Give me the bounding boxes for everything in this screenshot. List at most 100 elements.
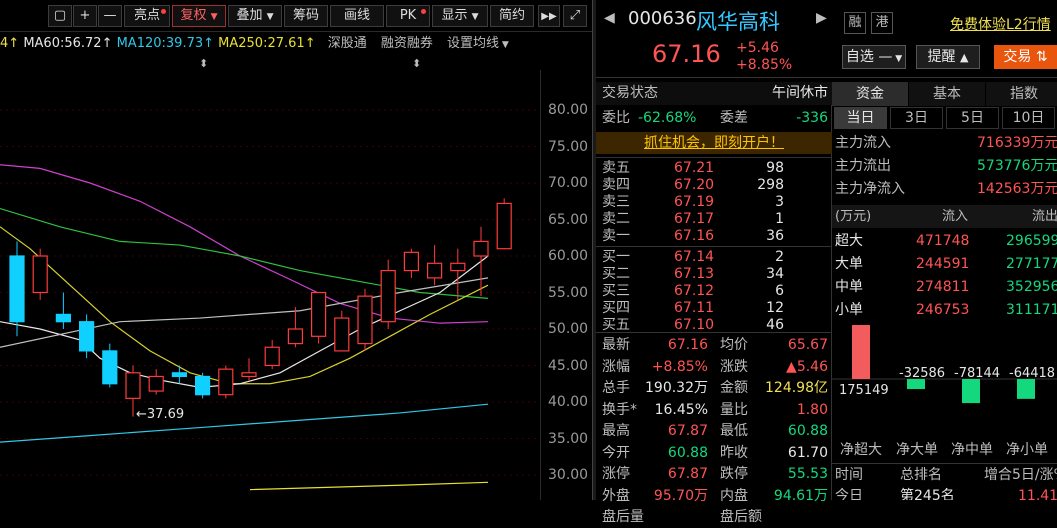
chart-panel: ▢ + — 亮点 复权 ▼ 叠加 ▼ 筹码 画线 PK 显示 ▼ 简约 ▶▶ ⤢… <box>0 0 592 500</box>
watchlist-button[interactable]: 自选 — ▼ <box>842 45 906 69</box>
drag-handle[interactable]: ⬍ <box>199 57 208 70</box>
quote-label: 涨幅 <box>602 358 630 375</box>
level-price: 67.12 <box>674 283 715 299</box>
bid-level-row[interactable]: 买四 67.11 12 <box>596 300 834 317</box>
candle-body <box>264 346 280 367</box>
bid-level-row[interactable]: 买一 67.14 2 <box>596 249 834 266</box>
quote-label: 内盘 <box>720 487 748 504</box>
remind-button[interactable]: 提醒 ▲ <box>916 45 980 69</box>
quote-value: 60.88 <box>787 423 828 439</box>
level-volume: 3 <box>775 194 784 210</box>
open-account-banner[interactable]: 抓住机会，即刻开户！ <box>596 132 832 154</box>
margin-link[interactable]: 融资融券 <box>381 36 433 51</box>
up-arrow-icon: ↑ <box>8 36 24 51</box>
ma-line-white <box>0 255 489 389</box>
quote-value: 190.32万 <box>645 380 708 396</box>
tab-basic[interactable]: 基本 <box>909 82 985 106</box>
display-button[interactable]: 显示 ▼ <box>432 5 488 27</box>
shenzhen-link[interactable]: 深股通 <box>328 36 367 51</box>
quote-label: 今开 <box>602 444 630 461</box>
ask-level-row[interactable]: 卖三 67.19 3 <box>596 194 834 211</box>
bar-value-label: -32586 <box>899 366 946 381</box>
dropdown-icon: ▼ <box>471 12 479 22</box>
level-price: 67.16 <box>674 228 715 244</box>
candle-body <box>496 202 512 250</box>
margin-tag: 融 <box>844 12 866 34</box>
quote-value: 94.61万 <box>773 487 828 504</box>
next-stock-button[interactable]: ▶ <box>816 10 827 26</box>
ma-line-magenta <box>0 164 489 324</box>
tab-3day[interactable]: 3日 <box>890 107 943 129</box>
dropdown-icon: ▼ <box>499 40 509 50</box>
level-volume: 6 <box>775 283 784 299</box>
minus-icon: — <box>103 8 117 23</box>
level-price: 67.19 <box>674 194 715 210</box>
net-flow-bar <box>962 379 980 404</box>
lock-button[interactable]: ▢ <box>48 5 72 27</box>
quote-value: 61.70 <box>787 444 828 461</box>
overlay-button[interactable]: 叠加 ▼ <box>228 5 282 27</box>
tab-fund[interactable]: 资金 <box>832 82 908 106</box>
tab-today[interactable]: 当日 <box>834 107 887 129</box>
prev-stock-button[interactable]: ◀ <box>604 10 615 26</box>
ask-level-row[interactable]: 卖五 67.21 98 <box>596 160 834 177</box>
candle-body <box>287 328 303 345</box>
ask-level-row[interactable]: 卖二 67.17 1 <box>596 211 834 228</box>
quote-row: 最高 67.87 最低 60.88 <box>596 421 834 442</box>
quote-label: 均价 <box>720 337 748 353</box>
zoom-out-button[interactable]: — <box>98 5 122 27</box>
quote-value: 67.16 <box>667 337 708 353</box>
highlight-button[interactable]: 亮点 <box>124 5 170 27</box>
price-change: +5.46 <box>736 40 779 56</box>
candle-body <box>32 255 48 294</box>
level-volume: 2 <box>775 249 784 265</box>
bid-level-row[interactable]: 买三 67.12 6 <box>596 283 834 300</box>
drag-handle[interactable]: ⬍ <box>412 57 421 70</box>
candle-body <box>450 262 466 272</box>
candle-body <box>357 295 373 345</box>
quote-row: 总手 190.32万 金额 124.98亿 <box>596 378 834 399</box>
new-badge <box>421 9 426 14</box>
ma-settings-link[interactable]: 设置均线 <box>447 36 499 51</box>
quote-label: 涨跌 <box>720 358 748 375</box>
quote-value: 67.87 <box>667 423 708 439</box>
bid-level-row[interactable]: 买二 67.13 34 <box>596 266 834 283</box>
trade-button[interactable]: 交易 ⇅ <box>994 45 1057 69</box>
adjust-button[interactable]: 复权 ▼ <box>172 5 226 27</box>
stock-code: 000636 <box>628 8 697 29</box>
simple-button[interactable]: 简约 <box>490 5 534 27</box>
dropdown-icon: ▼ <box>892 54 903 64</box>
level-volume: 12 <box>766 300 784 316</box>
ask-level-row[interactable]: 卖一 67.16 36 <box>596 228 834 245</box>
quote-table: 最新 67.16 均价 65.67 涨幅 +8.85% 涨跌 ▲5.46 总手 190.32万 金额… <box>596 332 834 525</box>
up-arrow-icon: ↑ <box>304 36 320 51</box>
level-label: 卖一 <box>602 228 630 244</box>
last-price: 67.16 <box>652 40 721 68</box>
candle-body <box>403 251 419 272</box>
tab-5day[interactable]: 5日 <box>946 107 999 129</box>
quote-value: 1.80 <box>796 401 828 418</box>
tab-10day[interactable]: 10日 <box>1002 107 1055 129</box>
draw-button[interactable]: 画线 <box>330 5 384 27</box>
quote-value: ▲5.46 <box>786 358 828 375</box>
pk-button[interactable]: PK <box>386 5 430 27</box>
committee-row: 委比 -62.68% 委差 -336 <box>602 110 828 126</box>
forward-button[interactable]: ▶▶ <box>538 5 560 27</box>
dropdown-icon: ▼ <box>210 12 218 22</box>
toolbar: ▢ + — 亮点 复权 ▼ 叠加 ▼ 筹码 画线 PK 显示 ▼ 简约 ▶▶ ⤢ <box>0 0 592 32</box>
ma60-label: MA60:56.72 <box>23 36 102 51</box>
quote-label: 涨停 <box>602 466 630 482</box>
l2-promo-link[interactable]: 免费体验L2行情 <box>950 14 1051 34</box>
level-price: 67.14 <box>674 249 715 265</box>
candle-body <box>9 255 25 323</box>
forward-icon: ▶▶ <box>541 11 557 22</box>
tab-index[interactable]: 指数 <box>986 82 1057 106</box>
ask-level-row[interactable]: 卖四 67.20 298 <box>596 177 834 194</box>
candle-body <box>380 270 396 323</box>
chips-button[interactable]: 筹码 <box>284 5 328 27</box>
candle-body <box>195 375 211 396</box>
level-label: 买三 <box>602 283 630 299</box>
fullscreen-button[interactable]: ⤢ <box>563 5 587 27</box>
candle-body <box>241 372 257 378</box>
zoom-in-button[interactable]: + <box>73 5 97 27</box>
